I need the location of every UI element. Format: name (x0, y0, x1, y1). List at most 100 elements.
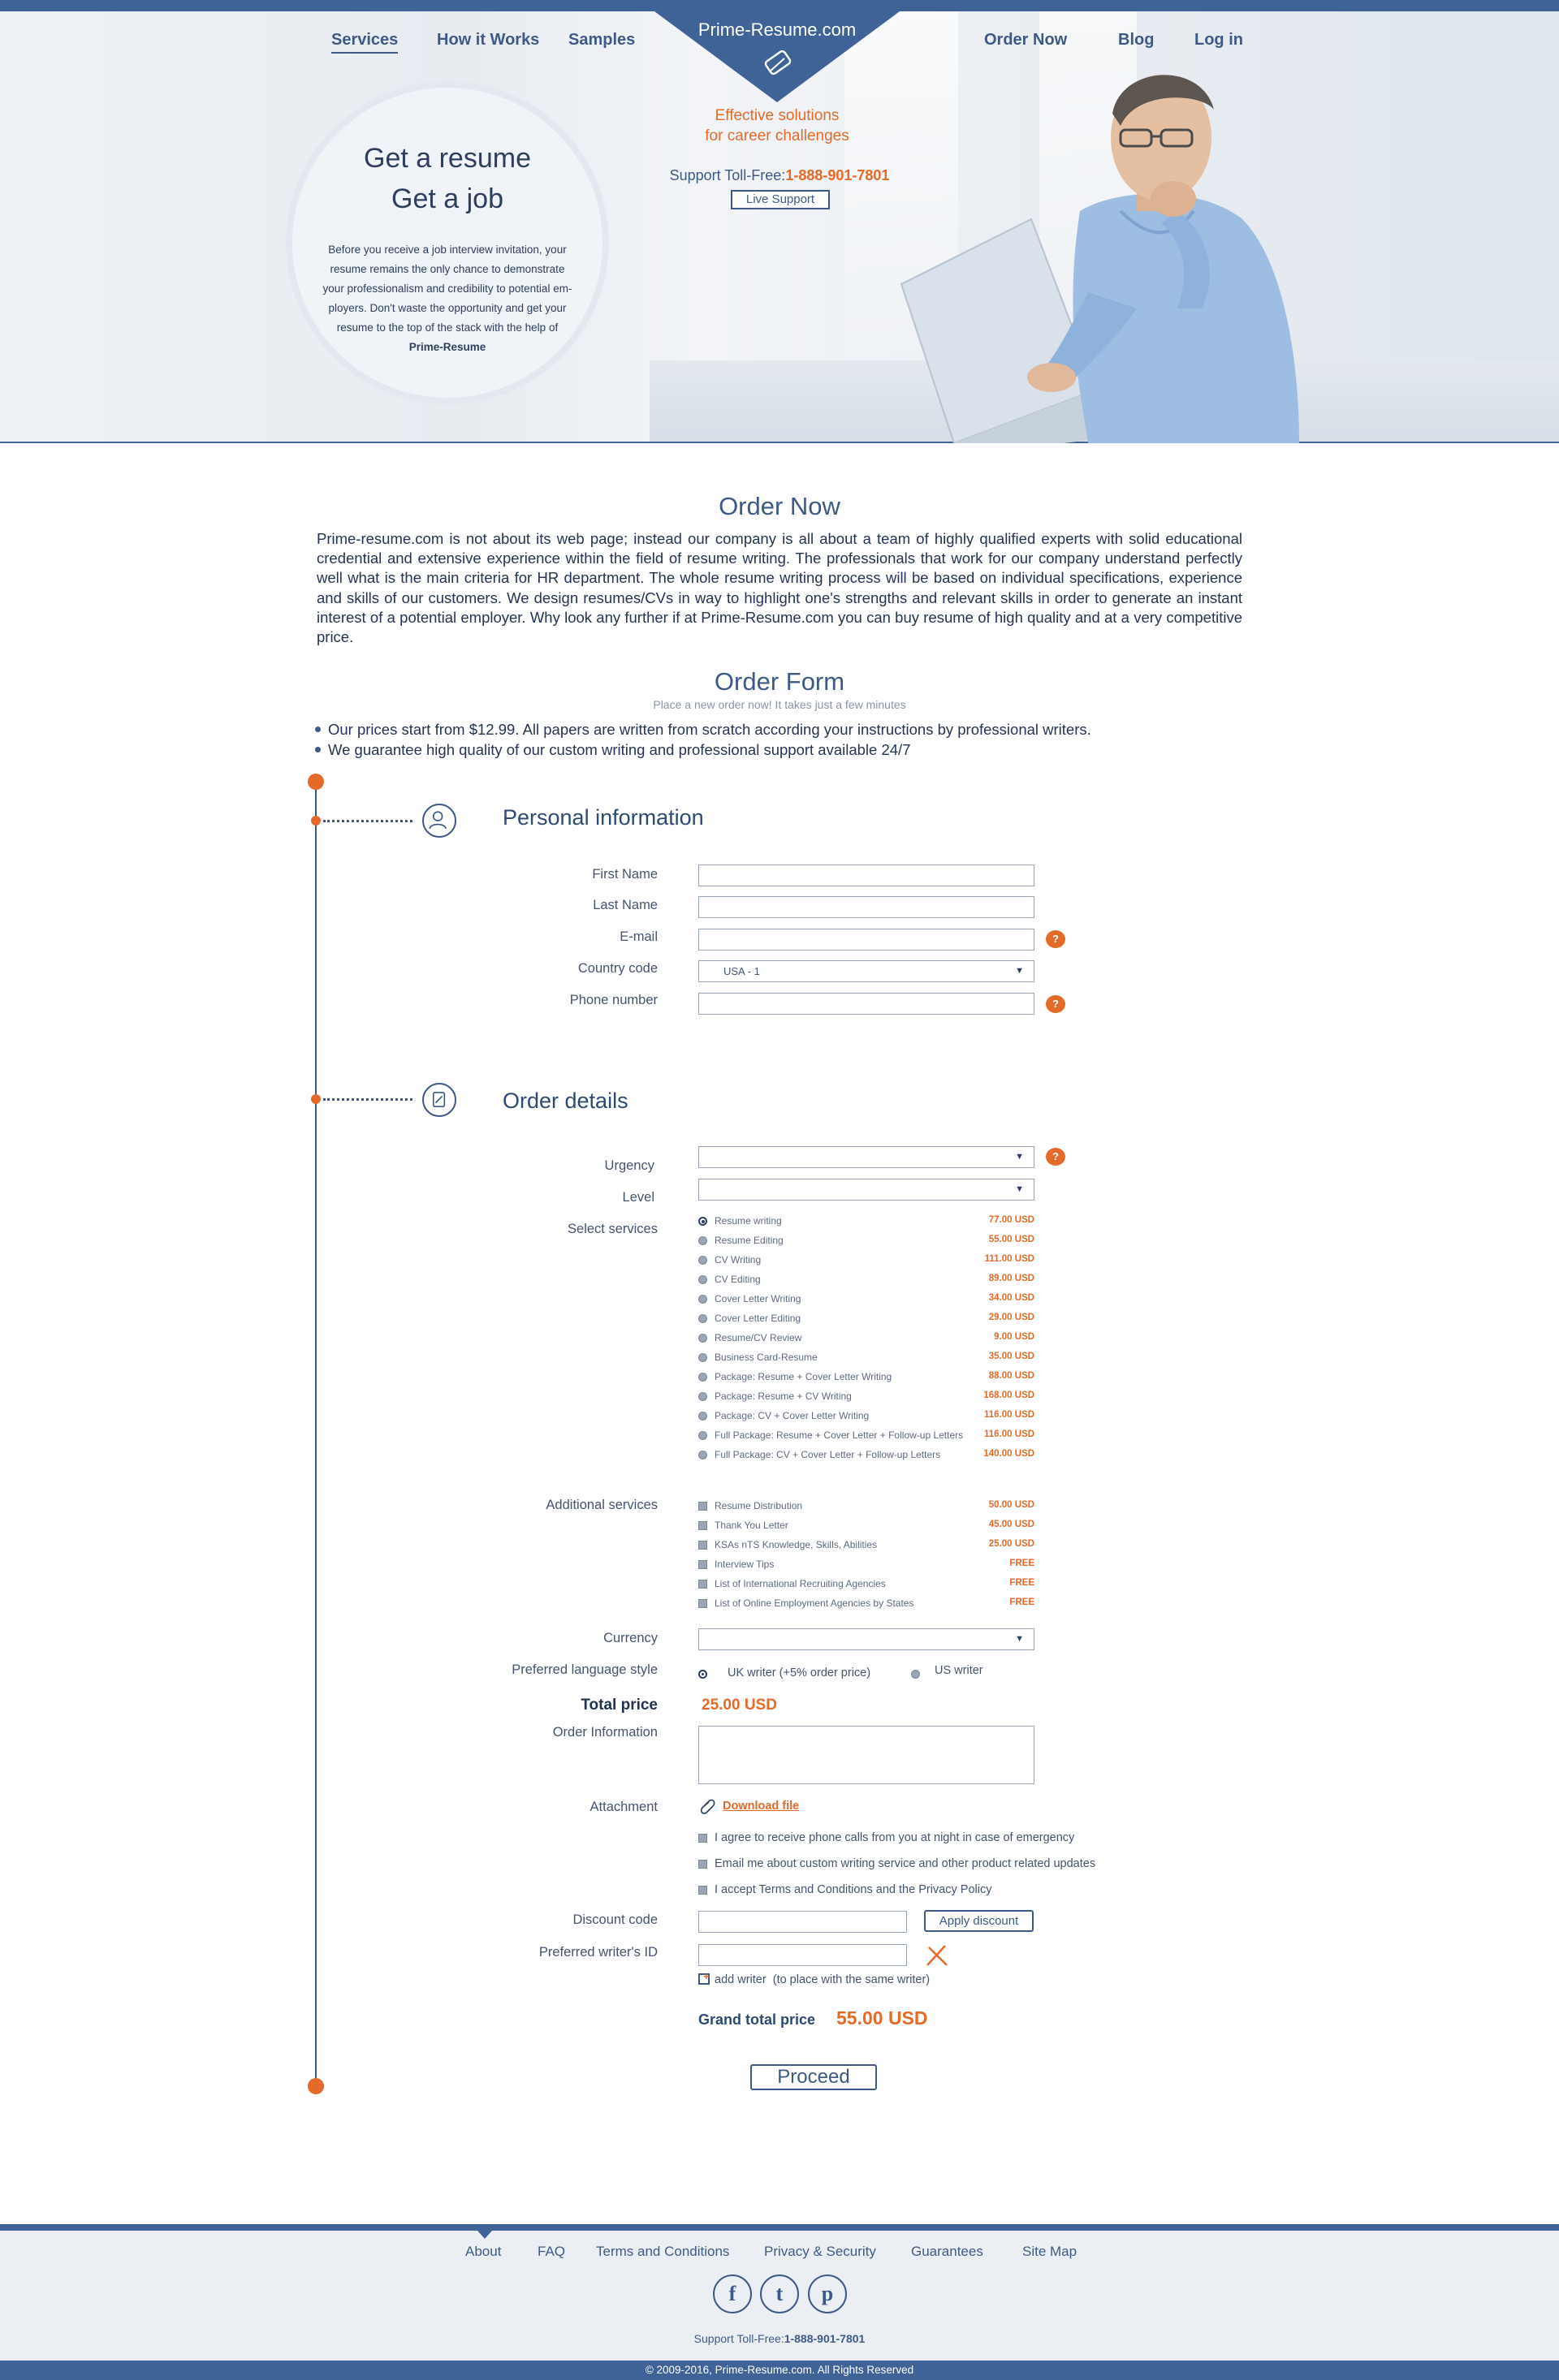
additional-service-option[interactable]: Interview Tips FREE (698, 1556, 1034, 1576)
level-select[interactable]: ▼ (698, 1179, 1034, 1201)
email-field[interactable] (698, 929, 1034, 951)
service-option[interactable]: Package: Resume + Cover Letter Writing 88… (698, 1369, 1034, 1388)
facebook-icon[interactable]: f (713, 2274, 752, 2313)
live-support-button[interactable]: Live Support (731, 190, 830, 209)
select-services-label: Select services (568, 1222, 658, 1236)
add-icon (698, 1970, 710, 1985)
nav-samples[interactable]: Samples (568, 31, 635, 50)
timeline-connector (323, 820, 412, 822)
timeline-dot (311, 1094, 321, 1104)
footer-support-phone: Support Toll-Free:1-888-901-7801 (693, 2332, 866, 2345)
personal-info-heading: Personal information (503, 805, 704, 830)
order-form-subtitle: Place a new order now! It takes just a f… (653, 698, 906, 711)
service-option[interactable]: CV Editing 89.00 USD (698, 1271, 1034, 1291)
timeline-start-dot (308, 774, 324, 790)
service-option[interactable]: Cover Letter Writing 34.00 USD (698, 1291, 1034, 1310)
hero-person-illustration (900, 75, 1299, 443)
logo-text[interactable]: Prime-Resume.com (654, 19, 900, 41)
order-form-bullets: Our prices start from $12.99. All papers… (313, 719, 1247, 760)
urgency-select[interactable]: ▼ (698, 1146, 1034, 1168)
footer-link-faq[interactable]: FAQ (538, 2244, 565, 2260)
service-option[interactable]: Cover Letter Editing 29.00 USD (698, 1310, 1034, 1330)
order-now-heading: Order Now (719, 492, 840, 520)
pinterest-icon[interactable]: p (808, 2274, 847, 2313)
additional-services-label: Additional services (546, 1498, 658, 1512)
user-icon (422, 804, 456, 838)
first-name-field[interactable] (698, 864, 1034, 886)
writer-id-label: Preferred writer's ID (538, 1945, 658, 1960)
add-writer-link[interactable]: add writer (to place with the same write… (698, 1970, 930, 1986)
paperclip-icon[interactable] (698, 1797, 716, 1815)
additional-service-option[interactable]: List of Online Employment Agencies by St… (698, 1595, 1034, 1615)
email-label: E-mail (620, 929, 658, 944)
order-now-paragraph: Prime-resume.com is not about its web pa… (317, 530, 1242, 646)
urgency-help-icon[interactable]: ? (1046, 1148, 1065, 1166)
discount-code-label: Discount code (572, 1912, 658, 1927)
additional-service-option[interactable]: Resume Distribution 50.00 USD (698, 1498, 1034, 1517)
us-writer-radio[interactable] (911, 1670, 920, 1679)
additional-service-option[interactable]: List of International Recruiting Agencie… (698, 1576, 1034, 1595)
service-option[interactable]: Full Package: CV + Cover Letter + Follow… (698, 1447, 1034, 1466)
first-name-label: First Name (592, 867, 658, 882)
chevron-down-icon: ▼ (1015, 1634, 1024, 1644)
nav-login[interactable]: Log in (1194, 31, 1243, 50)
language-style-label: Preferred language style (512, 1662, 658, 1677)
chevron-down-icon: ▼ (1015, 966, 1024, 976)
uk-writer-radio[interactable] (698, 1670, 707, 1679)
last-name-field[interactable] (698, 896, 1034, 918)
service-option[interactable]: Full Package: Resume + Cover Letter + Fo… (698, 1427, 1034, 1447)
additional-service-option[interactable]: Thank You Letter 45.00 USD (698, 1517, 1034, 1537)
currency-select[interactable]: ▼ (698, 1628, 1034, 1650)
service-option[interactable]: Business Card-Resume 35.00 USD (698, 1349, 1034, 1369)
footer-active-marker (477, 2231, 492, 2239)
total-price-value: 25.00 USD (702, 1697, 777, 1714)
download-file-link[interactable]: Download file (723, 1800, 799, 1813)
service-option[interactable]: Package: Resume + CV Writing 168.00 USD (698, 1388, 1034, 1408)
hero-intro-text: Before you receive a job interview invit… (322, 244, 572, 353)
writer-id-field[interactable] (698, 1944, 907, 1966)
discount-code-field[interactable] (698, 1911, 907, 1933)
copyright: © 2009-2016, Prime-Resume.com. All Right… (0, 2361, 1559, 2380)
country-code-select[interactable]: USA - 1 ▼ (698, 960, 1034, 982)
footer-link-about[interactable]: About (465, 2244, 501, 2260)
clear-icon[interactable] (924, 1942, 950, 1968)
proceed-button[interactable]: Proceed (750, 2064, 877, 2090)
chevron-down-icon: ▼ (1015, 1184, 1024, 1194)
nav-services[interactable]: Services (331, 31, 399, 54)
apply-discount-button[interactable]: Apply discount (924, 1910, 1034, 1932)
footer-link-privacy[interactable]: Privacy & Security (764, 2244, 876, 2260)
order-details-heading: Order details (503, 1089, 628, 1113)
hero-title: Get a resume Get a job (364, 143, 531, 214)
footer-link-guarantees[interactable]: Guarantees (911, 2244, 983, 2260)
timeline-connector (323, 1098, 412, 1101)
urgency-label: Urgency (604, 1158, 654, 1173)
service-option[interactable]: Resume writing 77.00 USD (698, 1213, 1034, 1232)
footer-top-bar (0, 2224, 1559, 2231)
order-information-textarea[interactable] (698, 1726, 1034, 1784)
us-writer-label: US writer (935, 1664, 983, 1677)
attachment-label: Attachment (589, 1800, 658, 1814)
support-phone: Support Toll-Free:1-888-901-7801 (669, 167, 890, 183)
phone-field[interactable] (698, 993, 1034, 1015)
service-option[interactable]: CV Writing 111.00 USD (698, 1252, 1034, 1271)
bullet-item: Our prices start from $12.99. All papers… (313, 719, 1247, 739)
nav-order-now[interactable]: Order Now (984, 31, 1067, 50)
country-code-label: Country code (577, 961, 658, 976)
service-option[interactable]: Resume Editing 55.00 USD (698, 1232, 1034, 1252)
nav-how-it-works[interactable]: How it Works (437, 31, 539, 50)
phone-help-icon[interactable]: ? (1046, 995, 1065, 1013)
currency-label: Currency (603, 1631, 658, 1645)
form-timeline (315, 781, 317, 2086)
top-bar (0, 0, 1559, 11)
additional-service-option[interactable]: KSAs nTS Knowledge, Skills, Abilities 25.… (698, 1537, 1034, 1556)
service-option[interactable]: Resume/CV Review 9.00 USD (698, 1330, 1034, 1349)
footer-link-terms[interactable]: Terms and Conditions (596, 2244, 729, 2260)
email-help-icon[interactable]: ? (1046, 930, 1065, 948)
order-form-heading: Order Form (714, 667, 845, 696)
tagline: Effective solutions for career challenge… (705, 107, 849, 144)
phone-label: Phone number (569, 993, 658, 1007)
footer-link-sitemap[interactable]: Site Map (1022, 2244, 1077, 2260)
twitter-icon[interactable]: t (760, 2274, 799, 2313)
nav-blog[interactable]: Blog (1118, 31, 1154, 50)
service-option[interactable]: Package: CV + Cover Letter Writing 116.00… (698, 1408, 1034, 1427)
